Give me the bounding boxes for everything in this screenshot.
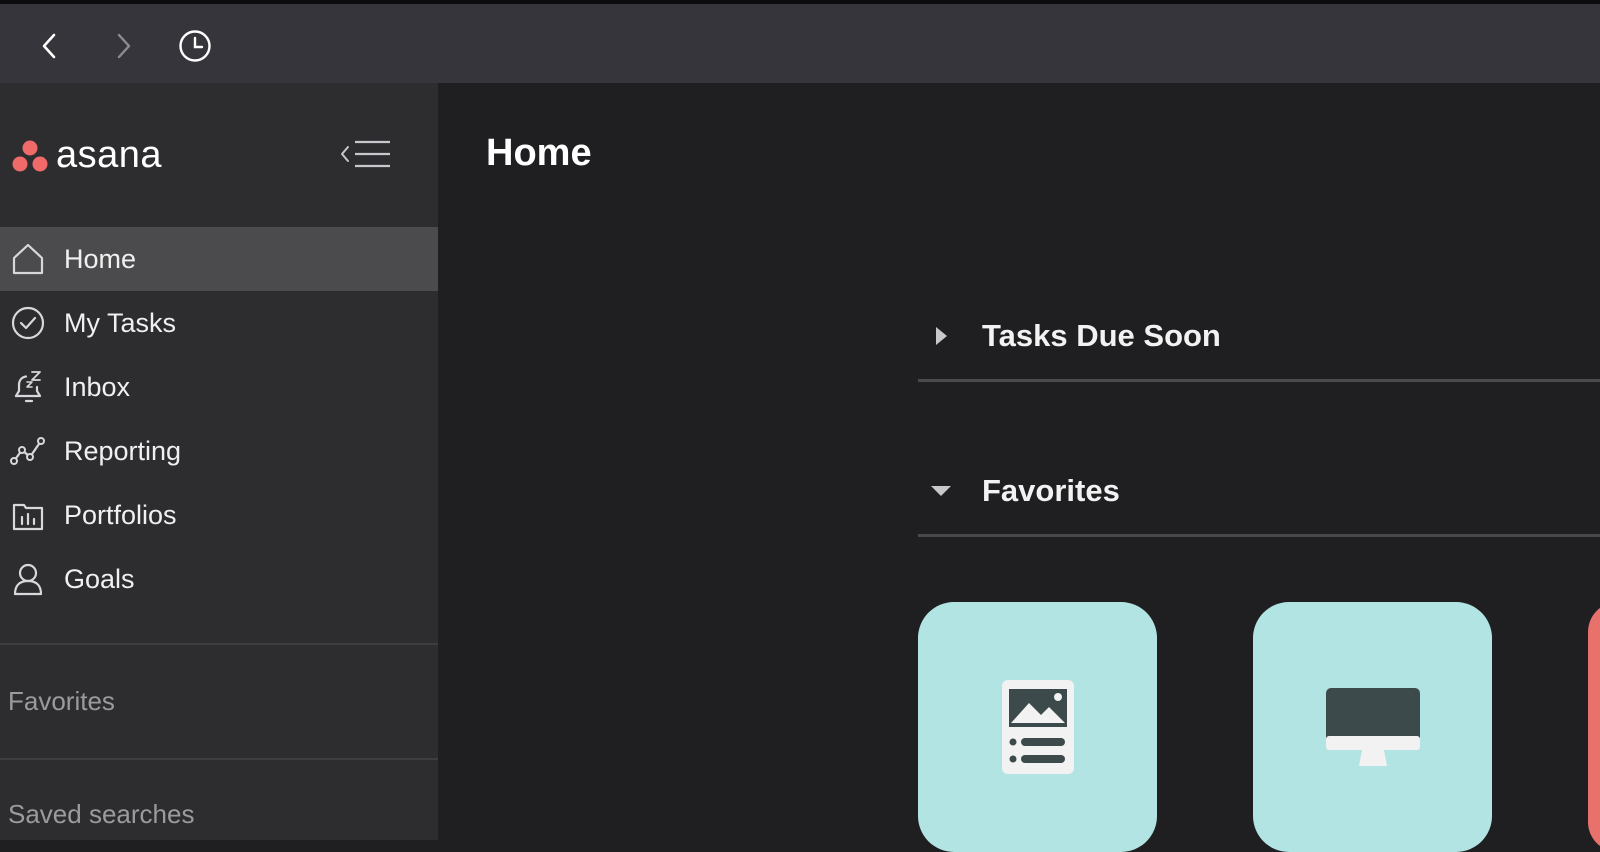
sidebar-item-label: Inbox [64, 371, 131, 402]
sidebar-item-inbox[interactable]: Inbox [0, 355, 438, 419]
section-title: Favorites [982, 473, 1120, 508]
check-circle-icon [10, 305, 46, 341]
section-favorites[interactable]: Favorites [918, 459, 1600, 523]
favorite-project-tile[interactable] [1253, 602, 1492, 852]
page-title: Home [486, 132, 592, 174]
sidebar-item-reporting[interactable]: Reporting [0, 419, 438, 483]
chevron-right-icon [117, 33, 131, 59]
collapse-menu-icon [341, 140, 390, 168]
back-button[interactable] [30, 26, 70, 66]
home-icon [10, 241, 46, 277]
sidebar-item-portfolios[interactable]: Portfolios [0, 483, 438, 547]
asana-logo-icon [12, 140, 48, 171]
sidebar-divider [0, 758, 438, 760]
portfolio-icon [10, 497, 46, 533]
top-toolbar [0, 0, 1600, 83]
section-divider [918, 379, 1600, 382]
line-graph-icon [10, 433, 46, 469]
forward-button[interactable] [103, 26, 143, 66]
monitor-icon [1325, 688, 1420, 766]
clock-icon [179, 30, 211, 62]
section-title: Tasks Due Soon [982, 318, 1221, 353]
sidebar-divider [0, 643, 438, 645]
sidebar-item-label: My Tasks [64, 307, 177, 338]
logo-text: asana [56, 134, 163, 176]
bell-snooze-icon [10, 369, 46, 405]
goal-person-icon [10, 561, 46, 597]
collapse-sidebar-button[interactable] [338, 138, 392, 172]
chevron-left-icon [42, 33, 56, 59]
history-button[interactable] [175, 26, 215, 66]
sidebar-saved-searches-heading[interactable]: Saved searches [8, 799, 194, 830]
caret-down-icon[interactable] [926, 476, 956, 506]
section-divider [918, 534, 1600, 537]
favorite-project-tile[interactable] [1588, 602, 1600, 852]
favorite-project-tile[interactable] [918, 602, 1157, 852]
sidebar-item-my-tasks[interactable]: My Tasks [0, 291, 438, 355]
document-image-icon [1001, 680, 1074, 774]
section-tasks-due-soon[interactable]: Tasks Due Soon [918, 304, 1600, 368]
sidebar-item-home[interactable]: Home [0, 227, 438, 291]
sidebar-favorites-heading[interactable]: Favorites [8, 686, 115, 717]
sidebar-item-label: Reporting [64, 435, 182, 466]
sidebar-item-label: Home [64, 243, 137, 274]
asana-logo[interactable]: asana [12, 134, 162, 177]
caret-right-icon[interactable] [926, 321, 956, 351]
sidebar-item-label: Portfolios [64, 499, 177, 530]
sidebar-item-label: Goals [64, 563, 135, 594]
sidebar-item-goals[interactable]: Goals [0, 547, 438, 611]
